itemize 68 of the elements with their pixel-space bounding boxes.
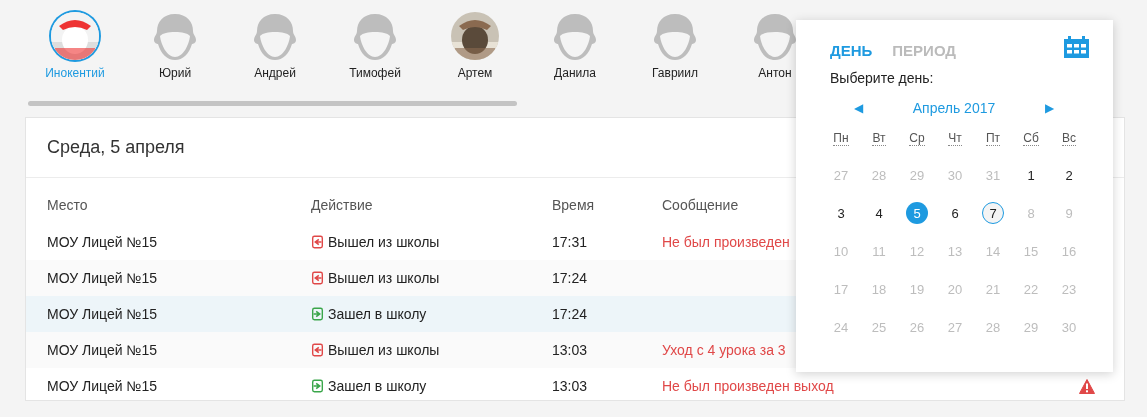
person-tab[interactable]: Андрей <box>225 12 325 80</box>
calendar-day[interactable]: 1 <box>1020 164 1042 186</box>
scrollbar-thumb[interactable] <box>28 101 517 106</box>
table-cell-text: 13:03 <box>552 378 589 394</box>
weekday-label: Пт <box>985 132 1001 146</box>
calendar-icon[interactable] <box>1064 36 1089 58</box>
person-tab[interactable]: Инокентий <box>25 12 125 80</box>
table-cell: Вышел из школы <box>328 234 440 250</box>
column-header: Сообщение <box>662 197 740 213</box>
date-heading: Среда, 5 апреля <box>47 137 185 158</box>
table-row[interactable]: МОУ Лицей №15 Зашел в школу 17:24 <box>26 296 796 332</box>
table-row[interactable]: МОУ Лицей №15 Вышел из школы 13:03 Уход с 4 урока за 3 <box>26 332 796 368</box>
person-tab[interactable]: Антон <box>725 12 825 80</box>
person-tab[interactable]: Юрий <box>125 12 225 80</box>
table-cell: Зашел в школу <box>328 378 427 394</box>
next-month-button[interactable]: ▶ <box>1045 101 1054 115</box>
person-tab[interactable]: Данила <box>525 12 625 80</box>
enter-door-icon <box>311 307 324 321</box>
table-cell-text: МОУ Лицей №15 <box>47 234 158 250</box>
weekday-label: Ср <box>909 132 925 146</box>
enter-door-icon <box>311 379 324 393</box>
person-tab[interactable]: Артем <box>425 12 525 80</box>
table-cell-text: 17:31 <box>552 234 589 250</box>
table-cell-text: 17:24 <box>552 270 589 286</box>
exit-door-icon <box>311 343 324 357</box>
table-cell-text: МОУ Лицей №15 <box>47 306 158 322</box>
mode-tab[interactable]: ДЕНЬ <box>830 41 873 59</box>
table-row[interactable]: МОУ Лицей №15 Вышел из школы 17:24 <box>26 260 796 296</box>
table-cell-text: 17:24 <box>552 306 589 322</box>
column-header: Время <box>552 197 596 213</box>
column-header: Место <box>47 197 89 213</box>
previous-month-button[interactable]: ◀ <box>854 101 863 115</box>
weekday-label: Пн <box>833 132 849 146</box>
person-tab[interactable]: Тимофей <box>325 12 425 80</box>
table-cell-text: МОУ Лицей №15 <box>47 378 158 394</box>
calendar-day[interactable]: 4 <box>868 202 890 224</box>
table-cell: Вышел из школы <box>328 270 440 286</box>
table-cell: Зашел в школу <box>328 306 427 322</box>
table-row[interactable]: МОУ Лицей №15 Зашел в школу 13:03 Не был произведен выход <box>26 368 834 404</box>
exit-door-icon <box>311 271 324 285</box>
weekday-label: Вс <box>1062 132 1076 146</box>
table-row[interactable]: МОУ Лицей №15 Вышел из школы 17:31 Не был произведен <box>26 224 796 260</box>
table-cell-text: 13:03 <box>552 342 589 358</box>
user-silhouette-icon <box>351 12 399 60</box>
table-cell: Уход с 4 урока за 3 <box>662 342 786 358</box>
user-silhouette-icon <box>651 12 699 60</box>
table-cell: Вышел из школы <box>328 342 440 358</box>
person-tab[interactable]: Гавриил <box>625 12 725 80</box>
table-cell-text: МОУ Лицей №15 <box>47 342 158 358</box>
table-cell-text: МОУ Лицей №15 <box>47 270 158 286</box>
mode-tab[interactable]: ПЕРИОД <box>892 41 957 59</box>
calendar-day[interactable]: 3 <box>830 202 852 224</box>
user-silhouette-icon <box>151 12 199 60</box>
user-silhouette-icon <box>251 12 299 60</box>
exit-door-icon <box>311 235 324 249</box>
weekday-label: Сб <box>1023 132 1039 146</box>
calendar-day[interactable]: 7 <box>982 202 1004 224</box>
user-silhouette-icon <box>551 12 599 60</box>
month-title: Апрель 2017 <box>912 100 996 116</box>
calendar-day[interactable]: 2 <box>1058 164 1080 186</box>
table-cell: Не был произведен <box>662 234 790 250</box>
calendar-day[interactable]: 6 <box>944 202 966 224</box>
calendar-day[interactable]: 5 <box>906 202 928 224</box>
prompt-text: Выберите день: <box>830 70 935 86</box>
table-cell: Не был произведен выход <box>662 378 834 394</box>
weekday-label: Вт <box>872 132 886 146</box>
weekday-label: Чт <box>948 132 962 146</box>
column-header: Действие <box>311 197 374 213</box>
